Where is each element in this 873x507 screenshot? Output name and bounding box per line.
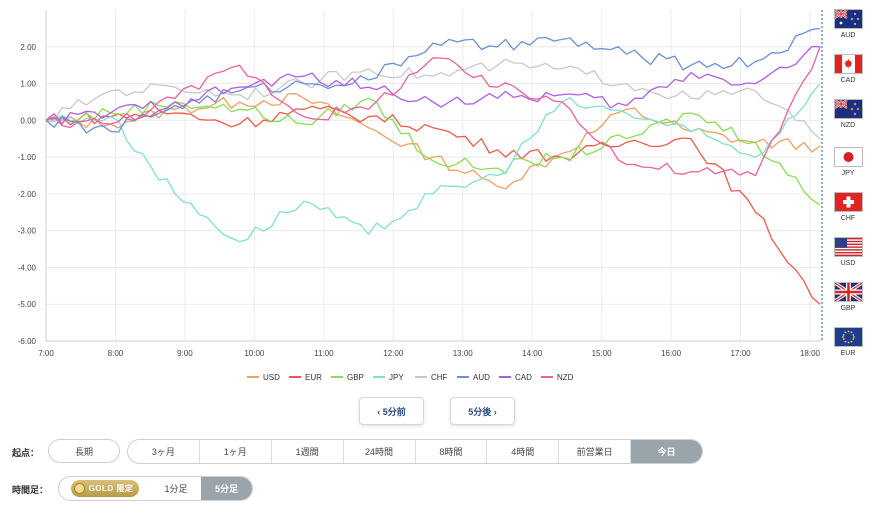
timeframe-label: 時間足：: [12, 485, 49, 495]
timeframe-selector: GOLD 限定 1分足 5分足: [58, 476, 253, 501]
start-point-label: 起点：: [12, 448, 40, 458]
uk-flag-icon: [833, 281, 863, 303]
japan-flag-icon: [833, 147, 863, 167]
flag-code: CHF: [840, 215, 856, 222]
start-option-today[interactable]: 今日: [631, 440, 702, 463]
legend-label-cad: CAD: [515, 373, 532, 382]
flag-nzd[interactable]: NZD: [832, 99, 864, 137]
legend-label-eur: EUR: [305, 373, 322, 382]
timeframe-1min[interactable]: 1分足: [151, 477, 201, 500]
start-option-previous-day[interactable]: 前営業日: [559, 440, 632, 463]
currency-strength-chart: 2.00 1.00 0.00 -1.00 -2.00 -3.00 -4.00 -5.00 -6.…: [18, 10, 823, 382]
prev-5min-button[interactable]: ‹ 5分前: [359, 397, 424, 425]
canada-flag-icon: [833, 54, 863, 74]
usa-flag-icon: [833, 237, 863, 257]
legend-label-aud: AUD: [473, 373, 490, 382]
start-point-selector: 3ヶ月 1ヶ月 1週間 24時間 8時間 4時間 前営業日 今日: [127, 439, 703, 464]
x-tick-label: 9:00: [177, 349, 193, 358]
start-option-1week[interactable]: 1週間: [272, 440, 344, 463]
x-tick-label: 14:00: [522, 349, 543, 358]
x-tick-label: 10:00: [244, 349, 265, 358]
start-long-term-button[interactable]: 長期: [48, 439, 120, 463]
y-tick-label: -5.00: [18, 300, 37, 309]
flag-usd[interactable]: USD: [832, 237, 864, 275]
australia-flag-icon: [833, 9, 863, 29]
y-tick-label: -3.00: [18, 227, 37, 236]
flag-code: EUR: [840, 350, 856, 357]
series-line-jpy: [45, 83, 821, 243]
series-line-eur: [45, 105, 821, 305]
x-tick-label: 8:00: [108, 349, 124, 358]
y-tick-label: 2.00: [20, 43, 36, 52]
legend-label-jpy: JPY: [389, 373, 404, 382]
legend-label-chf: CHF: [431, 373, 448, 382]
new-zealand-flag-icon: [833, 99, 863, 119]
y-tick-label: -2.00: [18, 190, 37, 199]
flag-chf[interactable]: CHF: [832, 192, 864, 230]
flag-gbp[interactable]: GBP: [832, 281, 864, 320]
flag-code: USD: [840, 260, 856, 267]
eu-flag-icon: [833, 327, 863, 347]
x-tick-label: 13:00: [453, 349, 474, 358]
legend-label-nzd: NZD: [557, 373, 574, 382]
y-tick-label: -4.00: [18, 263, 37, 272]
next-5min-button[interactable]: 5分後 ›: [450, 397, 515, 425]
series-line-usd: [45, 93, 821, 190]
x-tick-label: 15:00: [592, 349, 613, 358]
timeframe-gold-option[interactable]: GOLD 限定: [59, 477, 151, 500]
y-tick-label: 1.00: [20, 80, 36, 89]
x-tick-label: 7:00: [38, 349, 54, 358]
y-tick-label: -6.00: [18, 337, 37, 346]
flag-cad[interactable]: CAD: [832, 54, 864, 92]
series-line-aud: [45, 27, 821, 134]
flag-code: NZD: [840, 122, 856, 129]
flag-code: GBP: [840, 305, 856, 312]
start-option-3months[interactable]: 3ヶ月: [128, 440, 200, 463]
timeframe-5min[interactable]: 5分足: [201, 477, 252, 500]
gold-label: GOLD 限定: [88, 484, 134, 493]
flag-jpy[interactable]: JPY: [832, 147, 864, 185]
flag-aud[interactable]: AUD: [832, 9, 864, 47]
y-tick-label: -1.00: [18, 153, 37, 162]
start-option-24hours[interactable]: 24時間: [344, 440, 416, 463]
x-tick-label: 18:00: [800, 349, 821, 358]
start-option-8hours[interactable]: 8時間: [416, 440, 488, 463]
legend-label-usd: USD: [263, 373, 280, 382]
start-option-1month[interactable]: 1ヶ月: [200, 440, 272, 463]
gold-badge: GOLD 限定: [70, 480, 140, 497]
flag-code: JPY: [841, 170, 855, 177]
x-tick-label: 16:00: [661, 349, 682, 358]
series-line-chf: [45, 58, 821, 140]
x-tick-label: 17:00: [731, 349, 752, 358]
gold-coin-icon: [73, 483, 85, 494]
flag-code: AUD: [840, 32, 856, 39]
x-tick-label: 12:00: [383, 349, 404, 358]
y-tick-label: 0.00: [20, 116, 36, 125]
legend-label-gbp: GBP: [347, 373, 364, 382]
flag-code: CAD: [840, 77, 856, 84]
switzerland-flag-icon: [833, 192, 863, 212]
flag-eur[interactable]: EUR: [832, 327, 864, 365]
x-tick-label: 11:00: [314, 349, 334, 358]
start-option-4hours[interactable]: 4時間: [487, 440, 560, 463]
